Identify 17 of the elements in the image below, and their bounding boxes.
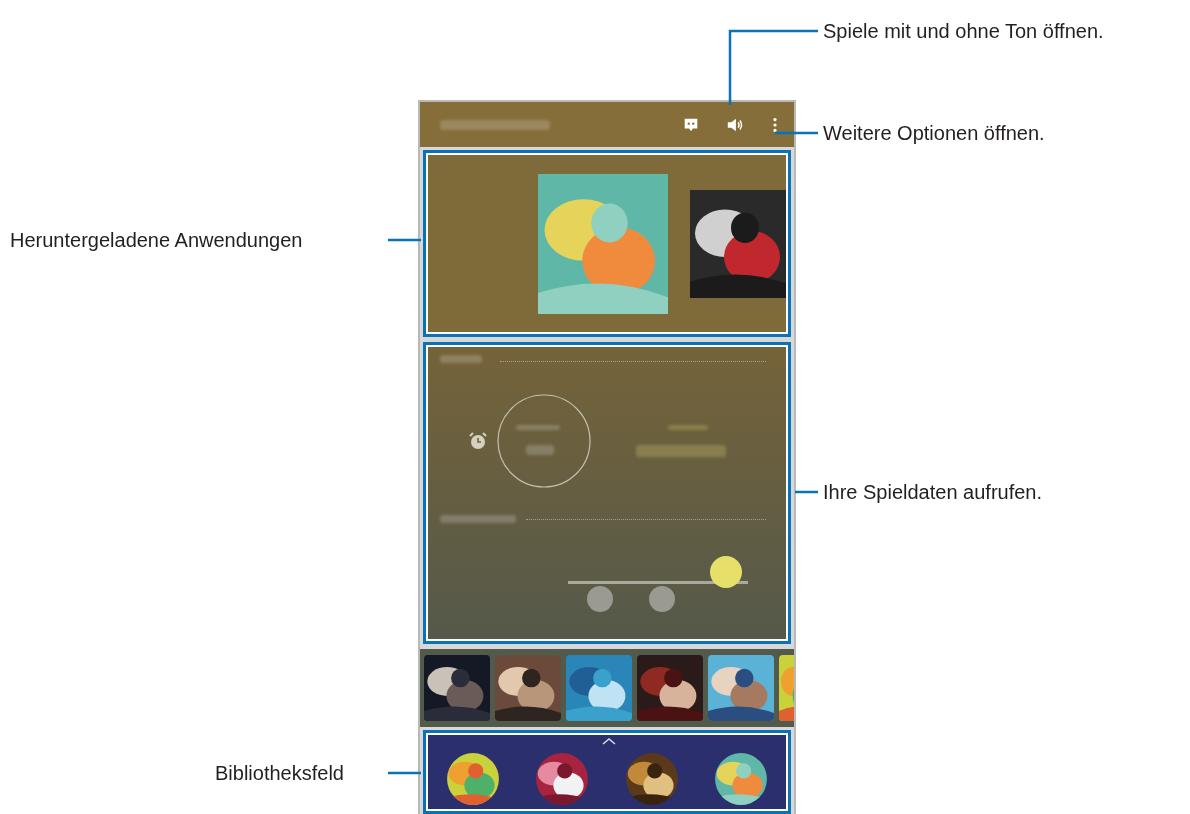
today-marker: [710, 556, 742, 588]
leader-line: [386, 771, 424, 775]
callout-label: Ihre Spieldaten aufrufen.: [823, 482, 1043, 502]
alarm-clock-icon: [468, 431, 488, 451]
leader-line: [386, 238, 424, 242]
callout-label: Spiele mit und ohne Ton öffnen.: [823, 21, 1104, 41]
callout-label: Weitere Optionen öffnen.: [823, 123, 1045, 143]
blurred-heading-bar: [440, 355, 482, 363]
blurred-value-bar: [526, 445, 554, 455]
blurred-label-bar: [516, 425, 560, 430]
day-marker: [587, 586, 613, 612]
callout-label: Heruntergeladene Anwendungen: [10, 230, 303, 250]
day-marker: [649, 586, 675, 612]
more-icon[interactable]: [770, 115, 780, 134]
chevron-up-icon[interactable]: [602, 737, 616, 745]
blurred-label-bar: [668, 425, 708, 430]
callout-label: Bibliotheksfeld: [215, 763, 344, 783]
